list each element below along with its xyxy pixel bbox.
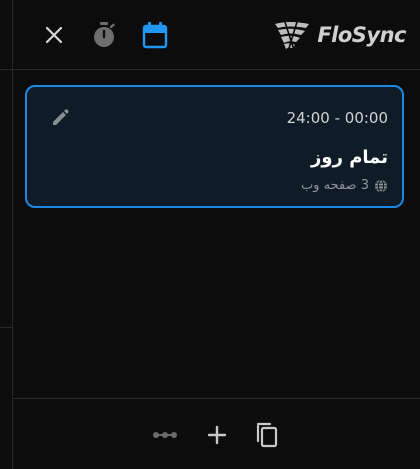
time-range: 24:00 - 00:00 xyxy=(286,109,388,127)
calendar-button[interactable] xyxy=(137,17,173,53)
timer-button[interactable] xyxy=(86,17,122,53)
header-bar: FloSync xyxy=(13,0,420,70)
card-meta: 3 صفحه وب xyxy=(301,178,388,193)
close-button[interactable] xyxy=(36,17,72,53)
left-panel-separator xyxy=(0,69,12,70)
card-title: تمام روز xyxy=(311,147,388,168)
calendar-icon xyxy=(142,22,168,49)
flosync-logo: FloSync xyxy=(273,18,406,52)
copy-button[interactable] xyxy=(251,419,283,451)
logo-text: FloSync xyxy=(317,23,406,47)
close-icon xyxy=(45,26,63,44)
timer-icon xyxy=(94,22,115,47)
schedule-card[interactable]: 24:00 - 00:00 تمام روز 3 صفحه وب xyxy=(25,85,404,208)
add-button[interactable] xyxy=(201,419,233,451)
add-icon xyxy=(207,425,227,445)
footer-toolbar xyxy=(13,398,420,469)
logo-mark-icon xyxy=(275,21,310,49)
edit-button[interactable] xyxy=(47,105,73,131)
copy-icon xyxy=(256,422,278,448)
link-icon xyxy=(153,432,177,438)
website-count: 3 صفحه وب xyxy=(300,178,369,193)
pencil-icon xyxy=(53,109,69,125)
link-button[interactable] xyxy=(149,419,181,451)
left-panel-separator xyxy=(0,327,12,328)
globe-icon xyxy=(375,179,387,192)
app-window: FloSync 24:00 - 00:00 تمام روز 3 صفحه وب xyxy=(0,0,420,469)
